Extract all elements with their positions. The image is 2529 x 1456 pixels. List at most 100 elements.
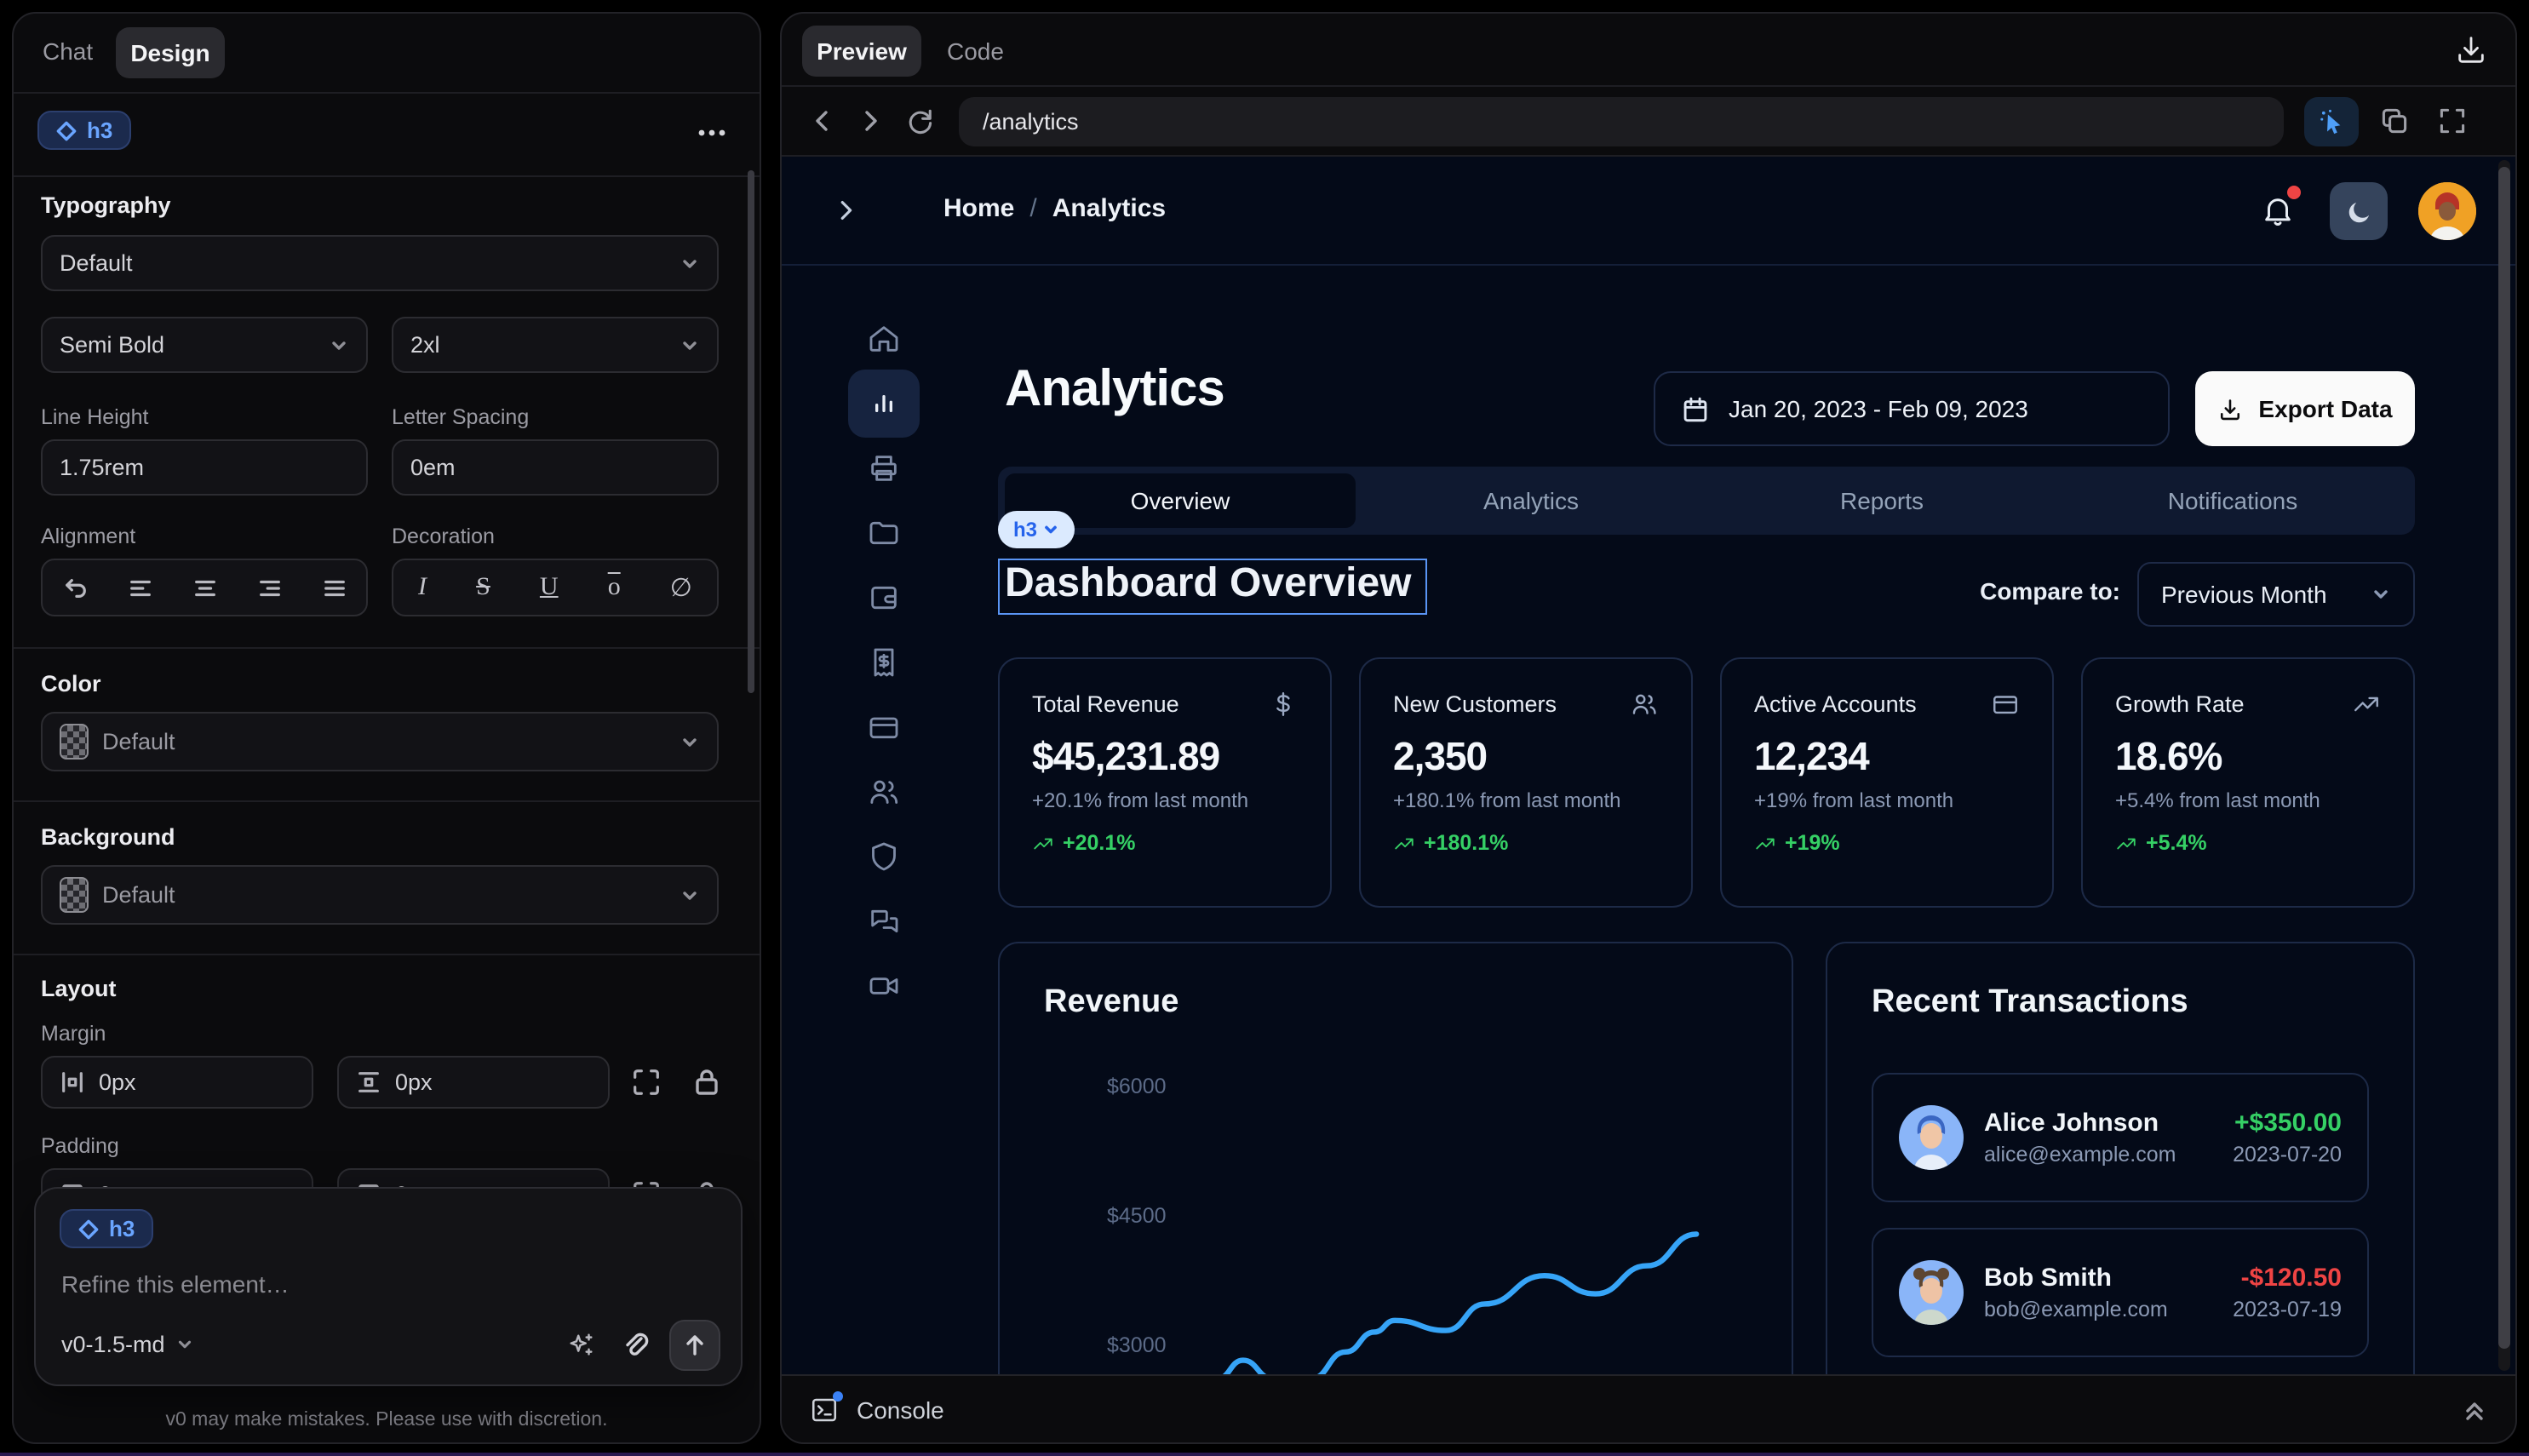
sidebar-item-receipt[interactable]	[867, 645, 901, 679]
font-size-select[interactable]: 2xl	[392, 317, 719, 373]
theme-toggle-button[interactable]	[2330, 182, 2388, 240]
divider	[14, 954, 760, 955]
breadcrumb-home[interactable]: Home	[943, 194, 1014, 223]
trending-up-icon	[1032, 832, 1054, 854]
padding-label: Padding	[41, 1134, 119, 1158]
align-justify-icon[interactable]	[321, 575, 347, 600]
selected-tag-pill[interactable]: h3	[998, 511, 1075, 548]
margin-expand-icon[interactable]	[630, 1066, 662, 1098]
transactions-title: Recent Transactions	[1872, 984, 2188, 1022]
preview-header: Preview Code	[782, 14, 2515, 87]
tab-chat[interactable]: Chat	[43, 37, 93, 65]
typography-section-label: Typography	[41, 192, 171, 218]
composer-element-badge[interactable]: h3	[60, 1209, 153, 1248]
compare-select[interactable]: Previous Month	[2137, 562, 2415, 627]
sidebar-item-folder[interactable]	[867, 516, 901, 550]
sparkles-icon[interactable]	[567, 1332, 596, 1361]
sidebar-expand-icon[interactable]	[833, 198, 858, 223]
tab-analytics[interactable]: Analytics	[1356, 473, 1706, 528]
export-data-button[interactable]: Export Data	[2195, 371, 2415, 446]
console-badge-dot	[833, 1390, 843, 1401]
font-weight-select[interactable]: Semi Bold	[41, 317, 368, 373]
undo-icon[interactable]	[62, 575, 88, 600]
arrow-up-icon	[683, 1333, 707, 1357]
cursor-pointer-icon	[2317, 107, 2346, 136]
paperclip-icon[interactable]	[620, 1330, 651, 1361]
date-range-button[interactable]: Jan 20, 2023 - Feb 09, 2023	[1654, 371, 2170, 446]
url-toolbar: /analytics	[782, 87, 2515, 157]
overline-icon[interactable]: o	[608, 573, 621, 602]
tab-reports[interactable]: Reports	[1706, 473, 2057, 528]
refresh-icon[interactable]	[904, 106, 935, 136]
section-title-selected[interactable]: Dashboard Overview	[998, 559, 1427, 615]
copy-icon[interactable]	[2379, 106, 2410, 136]
forward-icon[interactable]	[857, 107, 884, 135]
more-options-icon[interactable]	[695, 121, 729, 145]
transactions-card: Recent Transactions Alice Johnson alice@…	[1826, 942, 2415, 1374]
url-input[interactable]: /analytics	[959, 97, 2284, 146]
diamond-icon	[56, 120, 77, 140]
compare-label: Compare to:	[1919, 577, 2120, 605]
selected-element-badge[interactable]: h3	[37, 111, 131, 150]
underline-icon[interactable]: U	[540, 573, 559, 602]
sidebar-item-home[interactable]	[867, 322, 901, 356]
page-title: Analytics	[1005, 361, 1224, 419]
send-button[interactable]	[669, 1320, 720, 1371]
strikethrough-icon[interactable]: S	[476, 573, 490, 602]
user-avatar[interactable]	[2418, 182, 2476, 240]
panel-scrollbar[interactable]	[748, 170, 754, 693]
calendar-icon	[1681, 394, 1710, 423]
avatar-illustration	[2418, 182, 2476, 240]
stat-card-total-revenue: Total Revenue $45,231.89 +20.1% from las…	[998, 657, 1332, 908]
background-swatch	[60, 877, 89, 913]
align-right-icon[interactable]	[256, 575, 282, 600]
margin-lock-icon[interactable]	[691, 1066, 722, 1098]
sidebar-item-printer[interactable]	[867, 451, 901, 485]
stat-card-new-customers: New Customers 2,350 +180.1% from last mo…	[1359, 657, 1693, 908]
line-height-input[interactable]: 1.75rem	[41, 439, 368, 496]
sidebar-item-analytics[interactable]	[867, 387, 901, 421]
sidebar-item-security[interactable]	[867, 840, 901, 874]
tab-design[interactable]: Design	[116, 27, 225, 78]
sidebar-item-video[interactable]	[867, 969, 901, 1003]
tab-code[interactable]: Code	[947, 37, 1004, 65]
background-select[interactable]: Default	[41, 865, 719, 925]
model-select[interactable]: v0-1.5-md	[61, 1332, 194, 1357]
chevron-down-icon	[2371, 584, 2391, 605]
tab-notifications[interactable]: Notifications	[2057, 473, 2408, 528]
margin-y-input[interactable]: 0px	[337, 1056, 610, 1109]
color-select[interactable]: Default	[41, 712, 719, 771]
fullscreen-icon[interactable]	[2437, 106, 2468, 136]
sidebar-item-messages[interactable]	[867, 904, 901, 938]
sidebar-item-wallet[interactable]	[867, 581, 901, 615]
tab-preview[interactable]: Preview	[802, 26, 921, 77]
font-family-select[interactable]: Default	[41, 235, 719, 291]
letter-spacing-input[interactable]: 0em	[392, 439, 719, 496]
italic-icon[interactable]: I	[418, 573, 427, 602]
notification-dot	[2287, 186, 2301, 199]
no-decoration-icon[interactable]: ∅	[670, 571, 692, 604]
align-left-icon[interactable]	[127, 575, 152, 600]
sidebar-item-users[interactable]	[867, 775, 901, 809]
console-bar[interactable]: Console	[782, 1374, 2515, 1442]
chevrons-up-icon[interactable]	[2461, 1396, 2488, 1423]
bottom-accent-strip	[0, 1453, 2529, 1456]
margin-x-input[interactable]: 0px	[41, 1056, 313, 1109]
transaction-row[interactable]: Bob Smith bob@example.com -$120.50 2023-…	[1872, 1228, 2369, 1357]
back-icon[interactable]	[809, 107, 836, 135]
revenue-chart-card: Revenue $6000 $4500 $3000	[998, 942, 1793, 1374]
download-icon[interactable]	[2454, 32, 2488, 66]
inspect-tool-button[interactable]	[2304, 97, 2359, 146]
background-section-label: Background	[41, 824, 175, 850]
trending-up-icon	[1754, 832, 1776, 854]
align-center-icon[interactable]	[192, 575, 217, 600]
line-height-label: Line Height	[41, 405, 149, 429]
sidebar-item-payments[interactable]	[867, 710, 901, 744]
composer-input[interactable]: Refine this element…	[61, 1270, 290, 1298]
preview-scrollbar-thumb[interactable]	[2498, 167, 2510, 1349]
design-panel: Chat Design h3 Typography Default Semi B…	[12, 12, 761, 1444]
transaction-row[interactable]: Alice Johnson alice@example.com +$350.00…	[1872, 1073, 2369, 1202]
moon-icon	[2344, 197, 2373, 226]
breadcrumb: Home / Analytics	[943, 194, 1166, 223]
chevron-down-icon	[680, 335, 700, 355]
